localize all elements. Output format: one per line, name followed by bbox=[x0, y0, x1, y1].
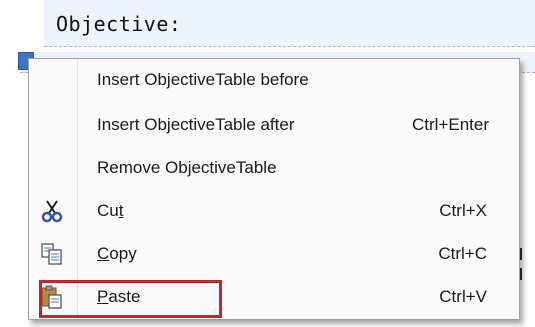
menu-item-insert-after[interactable]: Insert ObjectiveTable after Ctrl+Enter bbox=[31, 107, 517, 142]
menu-item-label: Remove ObjectiveTable bbox=[97, 158, 277, 177]
menu-item-shortcut: Ctrl+Enter bbox=[412, 115, 489, 134]
menu-item-label: Insert ObjectiveTable before bbox=[97, 70, 309, 89]
menu-item-label: Insert ObjectiveTable after bbox=[97, 115, 295, 134]
section-title: Objective: bbox=[56, 12, 182, 36]
context-menu: Insert ObjectiveTable before Insert Obje… bbox=[28, 58, 520, 320]
copy-icon bbox=[39, 241, 65, 267]
background-divider bbox=[520, 268, 522, 280]
menu-item-remove-table[interactable]: Remove ObjectiveTable bbox=[31, 150, 517, 185]
menu-item-shortcut: Ctrl+X bbox=[439, 201, 487, 220]
background-divider bbox=[520, 248, 522, 260]
menu-item-label: Cut bbox=[97, 201, 124, 220]
scissors-icon bbox=[39, 198, 65, 224]
menu-item-label: Copy bbox=[97, 244, 137, 263]
menu-item-cut[interactable]: Cut Ctrl+X bbox=[31, 193, 517, 228]
menu-item-insert-before[interactable]: Insert ObjectiveTable before bbox=[31, 62, 517, 97]
menu-item-shortcut: Ctrl+V bbox=[439, 287, 487, 306]
menu-item-shortcut: Ctrl+C bbox=[438, 244, 487, 263]
paste-highlight-box bbox=[39, 280, 222, 318]
menu-item-copy[interactable]: Copy Ctrl+C bbox=[31, 236, 517, 271]
